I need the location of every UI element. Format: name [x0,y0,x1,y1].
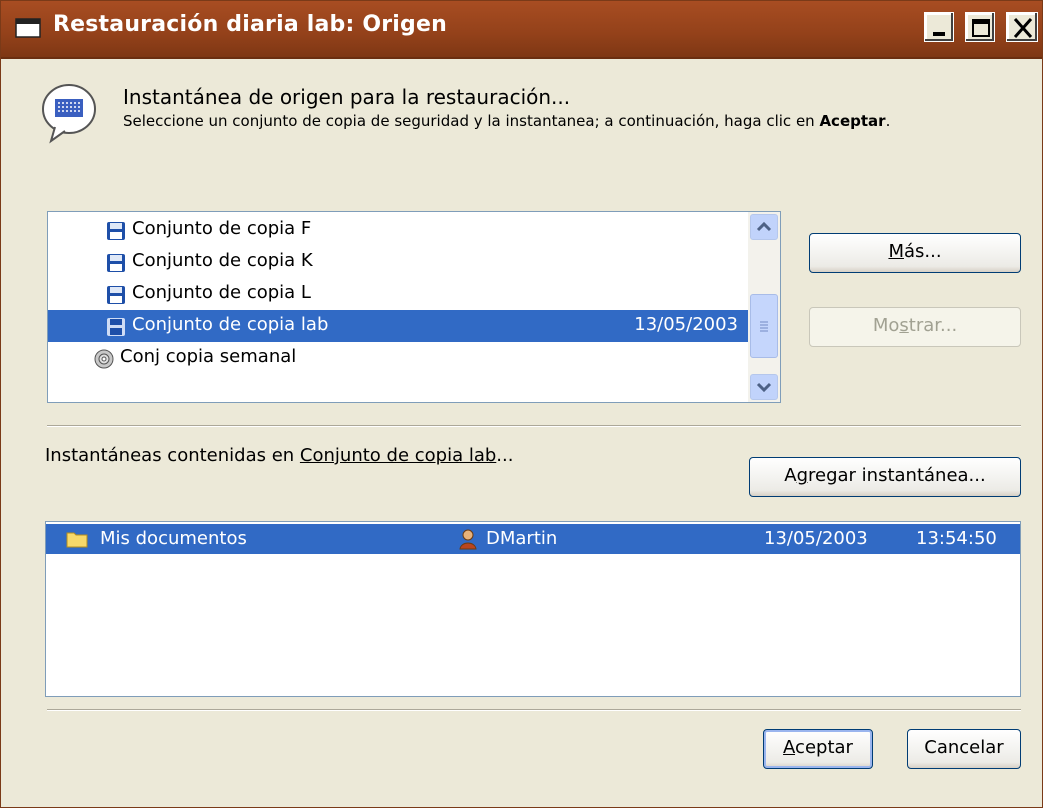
folder-icon [66,532,88,548]
mas-button[interactable]: Más... [809,233,1021,273]
snapshots-label: Instantáneas contenidas en Conjunto de c… [45,445,513,466]
list-item[interactable]: Conjunto de copia K [48,246,748,278]
user-icon [459,529,477,550]
aceptar-button-label-rest: ceptar [795,737,853,758]
window-title: Restauración diaria lab: Origen [53,12,447,37]
speech-balloon-icon [42,84,96,144]
agregar-button-label: A [784,465,797,486]
list-item[interactable]: Conjunto de copia F [48,214,748,246]
mostrar-button-label: Mo [872,315,900,336]
list-item-selected[interactable]: Conjunto de copia lab 13/05/2003 [48,310,748,342]
header-title: Instantánea de origen para la restauraci… [123,85,571,109]
title-bar[interactable]: Restauración diaria lab: Origen [1,1,1042,59]
scroll-up-button[interactable] [750,214,778,240]
cd-disc-icon [94,349,114,369]
aceptar-button[interactable]: Aceptar [763,729,873,769]
floppy-disk-icon [107,222,125,240]
mas-button-accesskey: M [888,241,904,262]
maximize-button[interactable] [965,12,995,42]
list-item-label: Conjunto de copia L [132,282,311,303]
chevron-down-icon [756,382,772,393]
snapshot-owner: DMartin [486,528,558,549]
separator [47,425,1021,427]
aceptar-button-accesskey: A [783,737,796,758]
agregar-button-label-rest: regar instantánea... [808,465,986,486]
mostrar-button-accesskey: s [899,315,909,336]
floppy-disk-icon [107,318,125,336]
snapshots-label-text: Instantáneas contenidas en [45,445,300,466]
minimize-button[interactable] [924,12,954,42]
snapshot-time: 13:54:50 [916,528,997,549]
close-button[interactable] [1006,12,1038,42]
mas-button-label-rest: ás... [903,241,942,262]
header-subtitle-text: Seleccione un conjunto de copia de segur… [123,112,820,130]
header-subtitle: Seleccione un conjunto de copia de segur… [123,112,890,130]
cancelar-button[interactable]: Cancelar [907,729,1021,769]
snapshot-list[interactable]: Mis documentos DMartin 13/05/2003 13:54:… [45,521,1021,697]
list-item-label: Conjunto de copia K [132,250,313,271]
scroll-thumb[interactable] [750,294,778,358]
backup-set-link[interactable]: Conjunto de copia lab [300,445,496,466]
floppy-disk-icon [107,286,125,304]
dialog-window: Restauración diaria lab: Origen Instantá… [0,0,1043,808]
list-item[interactable]: Conj copia semanal [48,342,748,374]
header-subtitle-end: . [885,112,891,130]
list-item-label: Conj copia semanal [120,346,297,367]
agregar-instantanea-button[interactable]: Agregar instantánea... [749,457,1021,497]
minimize-icon [933,32,945,36]
list-item-date: 13/05/2003 [634,314,738,335]
chevron-up-icon [756,221,772,232]
snapshots-label-ellipsis: ... [496,445,514,466]
list-item-label: Conjunto de copia F [132,218,312,239]
list-item-label: Conjunto de copia lab [132,314,329,335]
snapshot-name: Mis documentos [100,528,247,549]
snapshot-date: 13/05/2003 [764,528,868,549]
table-row[interactable]: Mis documentos DMartin 13/05/2003 13:54:… [46,524,1020,554]
window-menu-icon[interactable] [15,18,41,38]
floppy-disk-icon [107,254,125,272]
list-scrollbar[interactable] [748,212,780,402]
header-subtitle-bold: Aceptar [819,112,886,130]
close-icon [1013,18,1033,38]
mostrar-button[interactable]: Mostrar... [809,307,1021,347]
mostrar-button-label-rest: trar... [908,315,958,336]
separator [47,709,1021,711]
backup-set-list[interactable]: Conjunto de copia F Conjunto de copia K … [47,211,781,403]
list-item[interactable]: Conjunto de copia L [48,278,748,310]
agregar-button-accesskey: g [796,465,809,486]
scroll-down-button[interactable] [750,374,778,400]
